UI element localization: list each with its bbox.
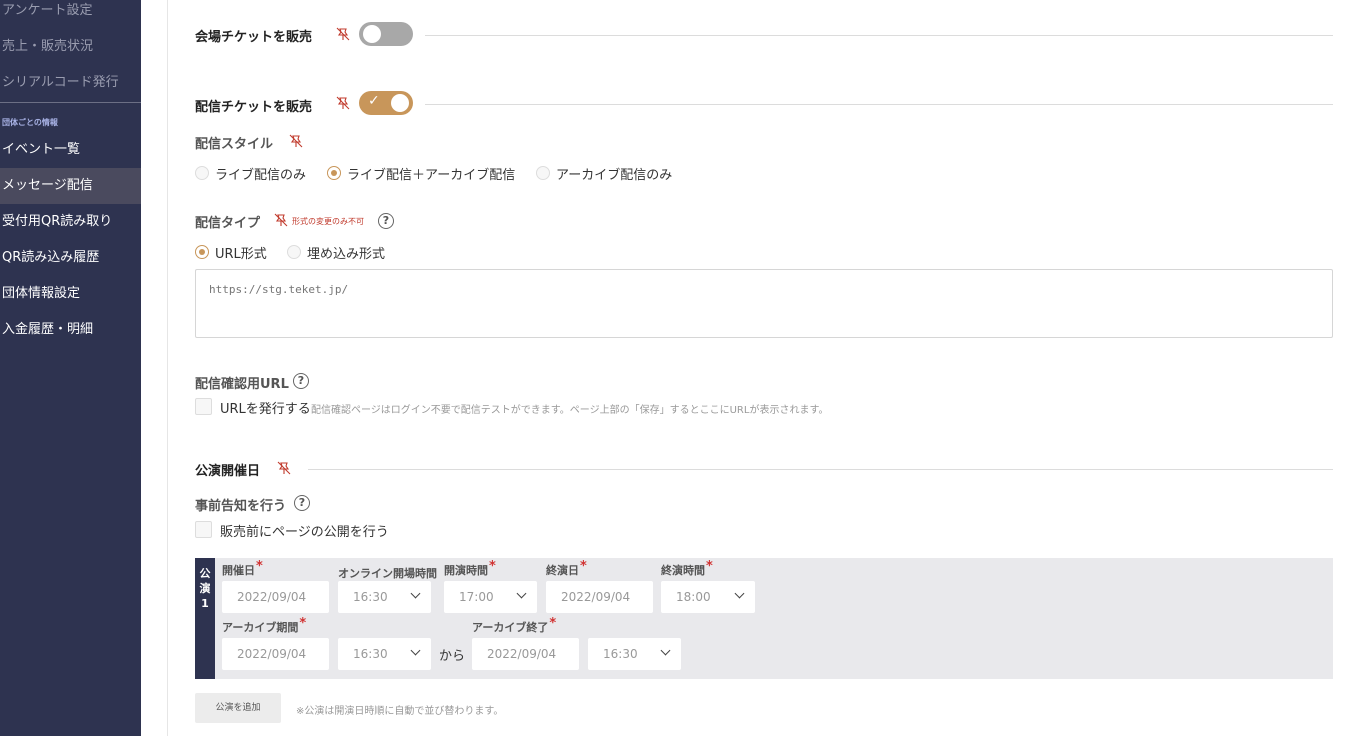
stream-style-label: 配信スタイル bbox=[195, 137, 274, 152]
content-border bbox=[167, 0, 168, 736]
pin-off-icon bbox=[336, 27, 350, 41]
performance-date-label: 公演開催日 bbox=[195, 464, 261, 479]
stream-type-label: 配信タイプ bbox=[195, 216, 261, 231]
sidebar-item-qr-reader[interactable]: 受付用QR読み取り bbox=[0, 204, 141, 240]
sidebar-item-serial-code[interactable]: シリアルコード発行 bbox=[0, 65, 141, 101]
performance-tag-char: 公 bbox=[199, 567, 211, 580]
stream-type-note: 形式の変更のみ不可 bbox=[292, 217, 364, 226]
stream-ticket-toggle[interactable]: ✓ bbox=[359, 91, 413, 115]
sidebar: アンケート設定 売上・販売状況 シリアルコード発行 団体ごとの情報 イベント一覧… bbox=[0, 0, 141, 736]
section-divider bbox=[308, 469, 1333, 470]
chevron-down-icon bbox=[734, 588, 745, 599]
radio-embed-format-label: 埋め込み形式 bbox=[307, 247, 386, 262]
help-icon[interactable]: ? bbox=[294, 495, 310, 511]
sidebar-item-messages[interactable]: メッセージ配信 bbox=[0, 168, 141, 204]
venue-ticket-label: 会場チケットを販売 bbox=[195, 30, 313, 45]
toggle-knob bbox=[363, 25, 381, 43]
sidebar-item-qr-history[interactable]: QR読み込み履歴 bbox=[0, 240, 141, 276]
pre-publish-label: 販売前にページの公開を行う bbox=[220, 525, 389, 540]
pre-notice-label: 事前告知を行う bbox=[195, 499, 287, 514]
end-date-label: 終演日* bbox=[546, 559, 587, 577]
radio-archive-only-label: アーカイブ配信のみ bbox=[556, 168, 673, 183]
start-time-select[interactable]: 17:00 bbox=[444, 581, 537, 613]
add-performance-note: ※公演は開演日時順に自動で並び替わります。 bbox=[296, 706, 504, 717]
online-open-label: オンライン開場時間 bbox=[338, 567, 437, 580]
from-label: から bbox=[439, 649, 466, 664]
performance-tag-char: 1 bbox=[201, 597, 209, 610]
add-performance-button[interactable]: 公演を追加 bbox=[195, 693, 281, 723]
online-open-select[interactable]: 16:30 bbox=[338, 581, 431, 613]
radio-embed-format[interactable] bbox=[287, 245, 301, 259]
issue-url-label: URLを発行する bbox=[220, 402, 311, 417]
chevron-down-icon bbox=[516, 588, 527, 599]
performance-tag: 公 演 1 bbox=[195, 558, 215, 679]
chevron-down-icon bbox=[410, 645, 421, 656]
radio-url-format[interactable] bbox=[195, 245, 209, 259]
date-label: 開催日* bbox=[222, 559, 263, 577]
chevron-down-icon bbox=[410, 588, 421, 599]
sidebar-item-events[interactable]: イベント一覧 bbox=[0, 132, 141, 168]
sidebar-divider bbox=[0, 102, 141, 103]
section-divider bbox=[425, 104, 1333, 105]
archive-period-label: アーカイブ期間* bbox=[222, 616, 307, 634]
sidebar-section-heading: 団体ごとの情報 bbox=[2, 118, 58, 127]
chevron-down-icon bbox=[660, 645, 671, 656]
radio-url-format-label: URL形式 bbox=[215, 247, 267, 262]
sidebar-item-survey[interactable]: アンケート設定 bbox=[0, 0, 141, 29]
confirm-url-note: 配信確認ページはログイン不要で配信テストができます。ページ上部の「保存」するとこ… bbox=[311, 405, 829, 416]
radio-live-archive-label: ライブ配信＋アーカイブ配信 bbox=[347, 168, 516, 183]
radio-archive-only[interactable] bbox=[536, 166, 550, 180]
toggle-knob bbox=[391, 94, 409, 112]
performance-tag-char: 演 bbox=[199, 582, 211, 595]
archive-time-select[interactable]: 16:30 bbox=[338, 638, 431, 670]
sidebar-item-org-settings[interactable]: 団体情報設定 bbox=[0, 276, 141, 312]
check-icon: ✓ bbox=[368, 93, 380, 109]
radio-live-archive[interactable] bbox=[327, 166, 341, 180]
pin-off-icon bbox=[274, 213, 288, 227]
help-icon[interactable]: ? bbox=[293, 373, 309, 389]
stream-ticket-label: 配信チケットを販売 bbox=[195, 100, 313, 115]
radio-live-only[interactable] bbox=[195, 166, 209, 180]
end-time-select[interactable]: 18:00 bbox=[661, 581, 755, 613]
start-time-label: 開演時間* bbox=[444, 559, 496, 577]
end-date-input[interactable]: 2022/09/04 bbox=[546, 581, 653, 613]
archive-end-date-input[interactable]: 2022/09/04 bbox=[472, 638, 579, 670]
pin-off-icon bbox=[289, 134, 303, 148]
pin-off-icon bbox=[277, 461, 291, 475]
sidebar-item-sales[interactable]: 売上・販売状況 bbox=[0, 29, 141, 65]
stream-url-input[interactable] bbox=[195, 269, 1333, 338]
pin-off-icon bbox=[336, 96, 350, 110]
confirm-url-label: 配信確認用URL bbox=[195, 377, 289, 392]
venue-ticket-toggle[interactable] bbox=[359, 22, 413, 46]
pre-publish-checkbox[interactable] bbox=[195, 521, 212, 538]
archive-date-input[interactable]: 2022/09/04 bbox=[222, 638, 329, 670]
section-divider bbox=[425, 35, 1333, 36]
archive-end-label: アーカイブ終了* bbox=[472, 616, 557, 634]
issue-url-checkbox[interactable] bbox=[195, 398, 212, 415]
end-time-label: 終演時間* bbox=[661, 559, 713, 577]
radio-live-only-label: ライブ配信のみ bbox=[215, 168, 307, 183]
archive-end-time-select[interactable]: 16:30 bbox=[588, 638, 681, 670]
date-input[interactable]: 2022/09/04 bbox=[222, 581, 329, 613]
sidebar-item-payments[interactable]: 入金履歴・明細 bbox=[0, 312, 141, 348]
help-icon[interactable]: ? bbox=[378, 213, 394, 229]
